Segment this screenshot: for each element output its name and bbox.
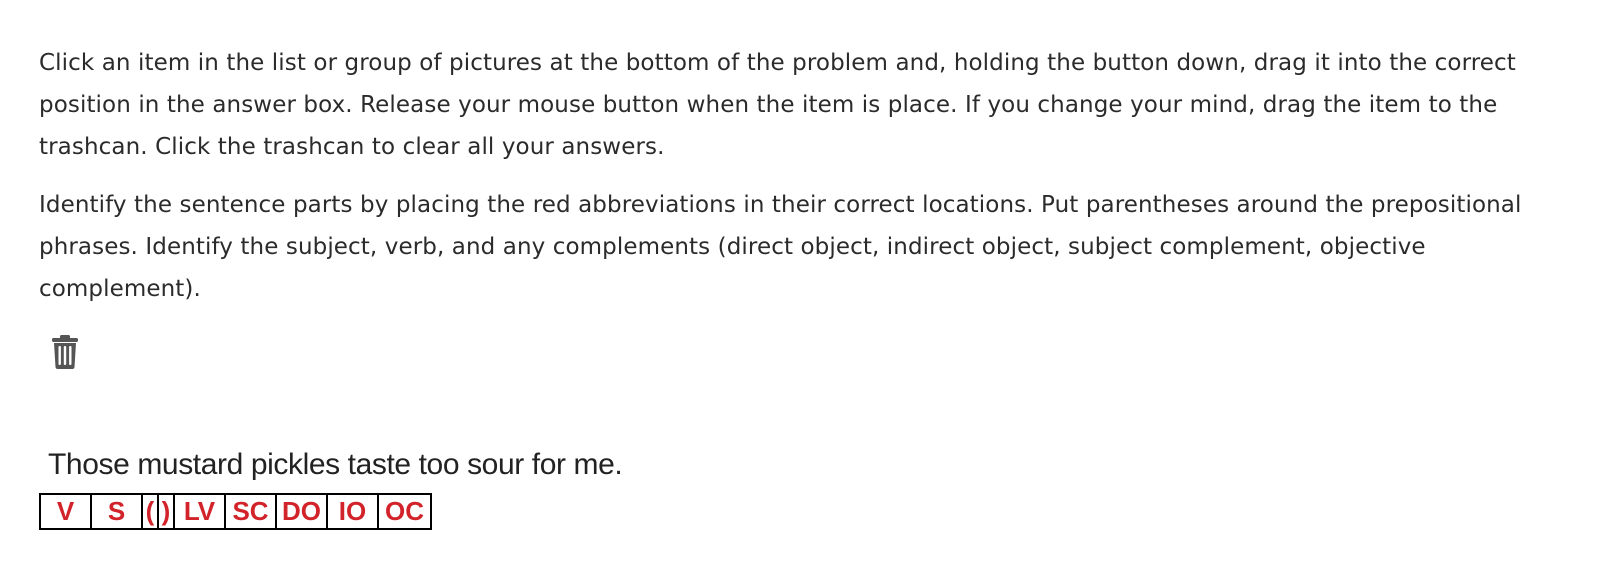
sentence-text: Those mustard pickles taste too sour for… bbox=[48, 448, 623, 481]
instructions: Click an item in the list or group of pi… bbox=[39, 42, 1539, 326]
trash-icon[interactable] bbox=[50, 334, 80, 370]
tile-direct-object[interactable]: DO bbox=[277, 495, 328, 528]
tile-indirect-object[interactable]: IO bbox=[328, 495, 379, 528]
abbreviation-tiles: V S ( ) LV SC DO IO OC bbox=[39, 493, 432, 530]
tile-close-paren[interactable]: ) bbox=[159, 495, 175, 528]
tile-subject[interactable]: S bbox=[92, 495, 143, 528]
tile-subject-complement[interactable]: SC bbox=[226, 495, 277, 528]
tile-objective-complement[interactable]: OC bbox=[379, 495, 430, 528]
tile-linking-verb[interactable]: LV bbox=[175, 495, 226, 528]
task-instructions: Identify the sentence parts by placing t… bbox=[39, 192, 1522, 302]
tile-open-paren[interactable]: ( bbox=[143, 495, 159, 528]
tile-verb[interactable]: V bbox=[41, 495, 92, 528]
drag-instructions: Click an item in the list or group of pi… bbox=[39, 50, 1516, 160]
